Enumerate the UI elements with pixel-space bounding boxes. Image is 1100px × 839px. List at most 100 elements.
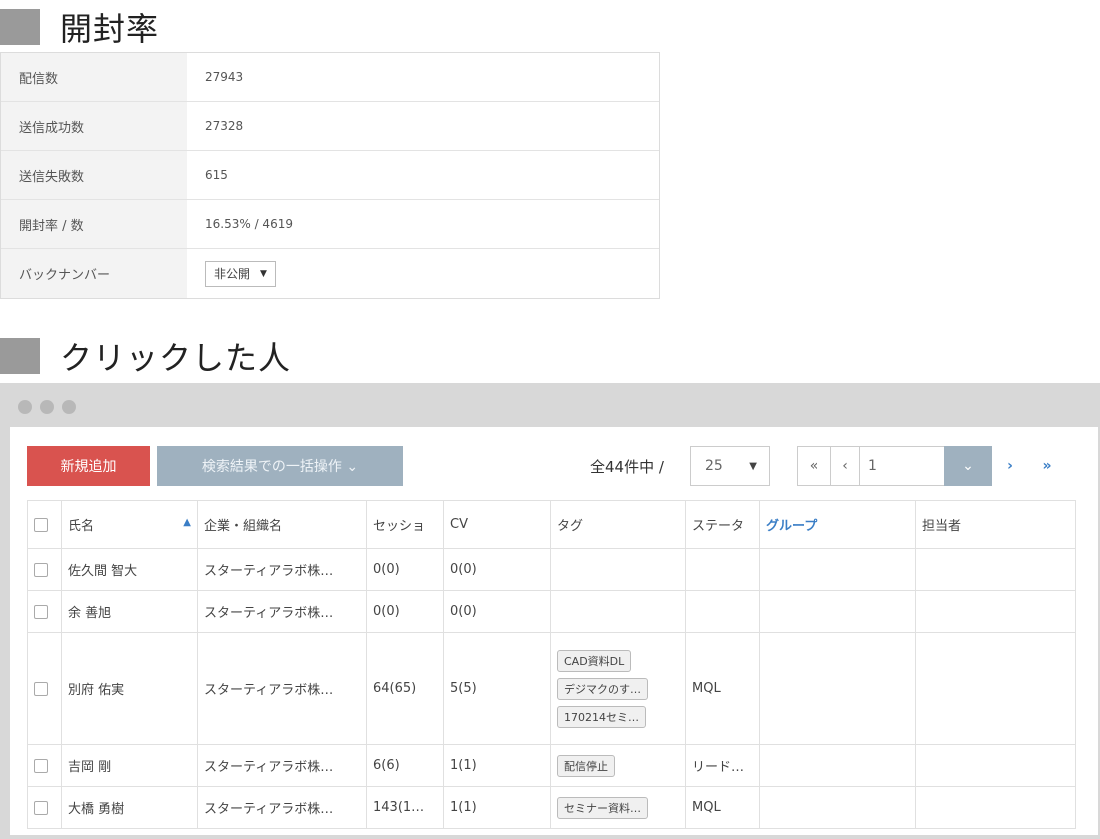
pager-next-icon[interactable]: › [991,446,1029,486]
column-header-owner[interactable]: 担当者 [915,500,1076,549]
window-maximize-dot[interactable] [62,400,76,414]
heading-marker [0,338,40,374]
stats-row: 送信失敗数 615 [1,151,659,200]
owner-cell [915,786,1076,829]
person-name-link[interactable]: 吉岡 剛 [61,744,198,787]
stats-value: 27943 [187,53,659,101]
stats-value-cell: 非公開 ▼ [187,249,659,298]
tag-badge[interactable]: CAD資料DL [557,649,632,672]
session-count: 143(1… [366,786,444,829]
row-select-cell [27,744,62,787]
table-row: 大橋 勇樹 スターティアラボ株… 143(1… 1(1) セミナー資料… MQL [27,786,1076,829]
row-select-cell [27,632,62,745]
group-cell [759,632,916,745]
row-checkbox[interactable] [34,758,48,773]
row-checkbox[interactable] [34,681,48,696]
owner-cell [915,632,1076,745]
add-new-button[interactable]: 新規追加 [27,446,150,486]
window-minimize-dot[interactable] [40,400,54,414]
table-row: 吉岡 剛 スターティアラボ株… 6(6) 1(1) 配信停止 リード… [27,744,1076,787]
cv-count: 0(0) [443,590,551,633]
stats-value: 27328 [187,102,659,150]
status-cell [685,590,760,633]
tags-cell [550,548,686,591]
stats-row: 配信数 27943 [1,53,659,102]
backnumber-select[interactable]: 非公開 ▼ [205,260,276,287]
group-cell [759,786,916,829]
person-name-link[interactable]: 大橋 勇樹 [61,786,198,829]
tag-badge[interactable]: 170214セミ… [557,705,646,728]
open-rate-heading: 開封率 [0,4,159,50]
group-cell [759,548,916,591]
cv-count: 1(1) [443,786,551,829]
tags-cell [550,590,686,633]
window-close-dot[interactable] [18,400,32,414]
cv-count: 5(5) [443,632,551,745]
person-name-link[interactable]: 余 善旭 [61,590,198,633]
column-header-status[interactable]: ステータ [685,500,760,549]
company-link[interactable]: スターティアラボ株… [197,744,367,787]
select-all-checkbox[interactable] [34,517,48,532]
session-count: 64(65) [366,632,444,745]
column-header-company[interactable]: 企業・組織名 [197,500,367,549]
clicked-title: クリックした人 [60,339,292,377]
row-select-cell [27,590,62,633]
bulk-action-button[interactable]: 検索結果での一括操作 ⌄ [157,446,403,486]
tag-badge[interactable]: セミナー資料… [557,796,648,819]
pager-prev-icon[interactable]: ‹ [830,446,860,486]
stats-value: 615 [187,151,659,199]
stats-value: 16.53% / 4619 [187,200,659,248]
list-toolbar: 新規追加 検索結果での一括操作 ⌄ 全44件中 / 25 ▼ « ‹ 1 ⌄ ›… [27,446,1098,486]
column-header-tag[interactable]: タグ [550,500,686,549]
table-header-row: 氏名 ▲ 企業・組織名 セッショ CV タグ ステータ グループ 担当者 [27,500,1076,549]
stats-label: 送信成功数 [1,102,187,150]
tag-badge[interactable]: デジマクのす… [557,677,648,700]
column-header-name[interactable]: 氏名 ▲ [61,500,198,549]
backnumber-select-value: 非公開 [214,267,251,281]
pagination: « ‹ 1 ⌄ › » [797,446,1066,486]
tags-cell: 配信停止 [550,744,686,787]
pager-first-icon[interactable]: « [797,446,831,486]
session-count: 6(6) [366,744,444,787]
company-link[interactable]: スターティアラボ株… [197,632,367,745]
row-checkbox[interactable] [34,562,48,577]
person-name-link[interactable]: 佐久間 智大 [61,548,198,591]
stats-label: 配信数 [1,53,187,101]
stats-row: バックナンバー 非公開 ▼ [1,249,659,298]
row-checkbox[interactable] [34,800,48,815]
window-controls [18,400,76,414]
status-cell: MQL [685,786,760,829]
stats-label: バックナンバー [1,249,187,298]
table-row: 佐久間 智大 スターティアラボ株… 0(0) 0(0) [27,548,1076,591]
select-all-cell [27,500,62,549]
table-row: 別府 佑実 スターティアラボ株… 64(65) 5(5) CAD資料DL デジマ… [27,632,1076,745]
company-link[interactable]: スターティアラボ株… [197,786,367,829]
cv-count: 0(0) [443,548,551,591]
sort-asc-icon[interactable]: ▲ [183,517,191,528]
tags-cell: CAD資料DL デジマクのす… 170214セミ… [550,632,686,745]
caret-down-icon: ▼ [260,268,267,279]
company-link[interactable]: スターティアラボ株… [197,548,367,591]
clicked-people-table: 氏名 ▲ 企業・組織名 セッショ CV タグ ステータ グループ 担当者 佐久間 … [27,500,1076,829]
owner-cell [915,590,1076,633]
heading-marker [0,9,40,45]
row-checkbox[interactable] [34,604,48,619]
stats-label: 開封率 / 数 [1,200,187,248]
per-page-select[interactable]: 25 ▼ [690,446,770,486]
status-cell [685,548,760,591]
person-name-link[interactable]: 別府 佑実 [61,632,198,745]
page-number-input[interactable]: 1 [859,446,945,486]
column-header-cv[interactable]: CV [443,500,551,549]
status-cell: リード… [685,744,760,787]
company-link[interactable]: スターティアラボ株… [197,590,367,633]
column-header-group[interactable]: グループ [759,500,916,549]
owner-cell [915,548,1076,591]
pager-last-icon[interactable]: » [1028,446,1066,486]
page-dropdown-button[interactable]: ⌄ [944,446,992,486]
session-count: 0(0) [366,590,444,633]
clicked-heading: クリックした人 [0,333,291,379]
open-rate-stats-table: 配信数 27943 送信成功数 27328 送信失敗数 615 開封率 / 数 … [0,52,660,299]
tag-badge[interactable]: 配信停止 [557,754,615,777]
stats-label: 送信失敗数 [1,151,187,199]
column-header-session[interactable]: セッショ [366,500,444,549]
